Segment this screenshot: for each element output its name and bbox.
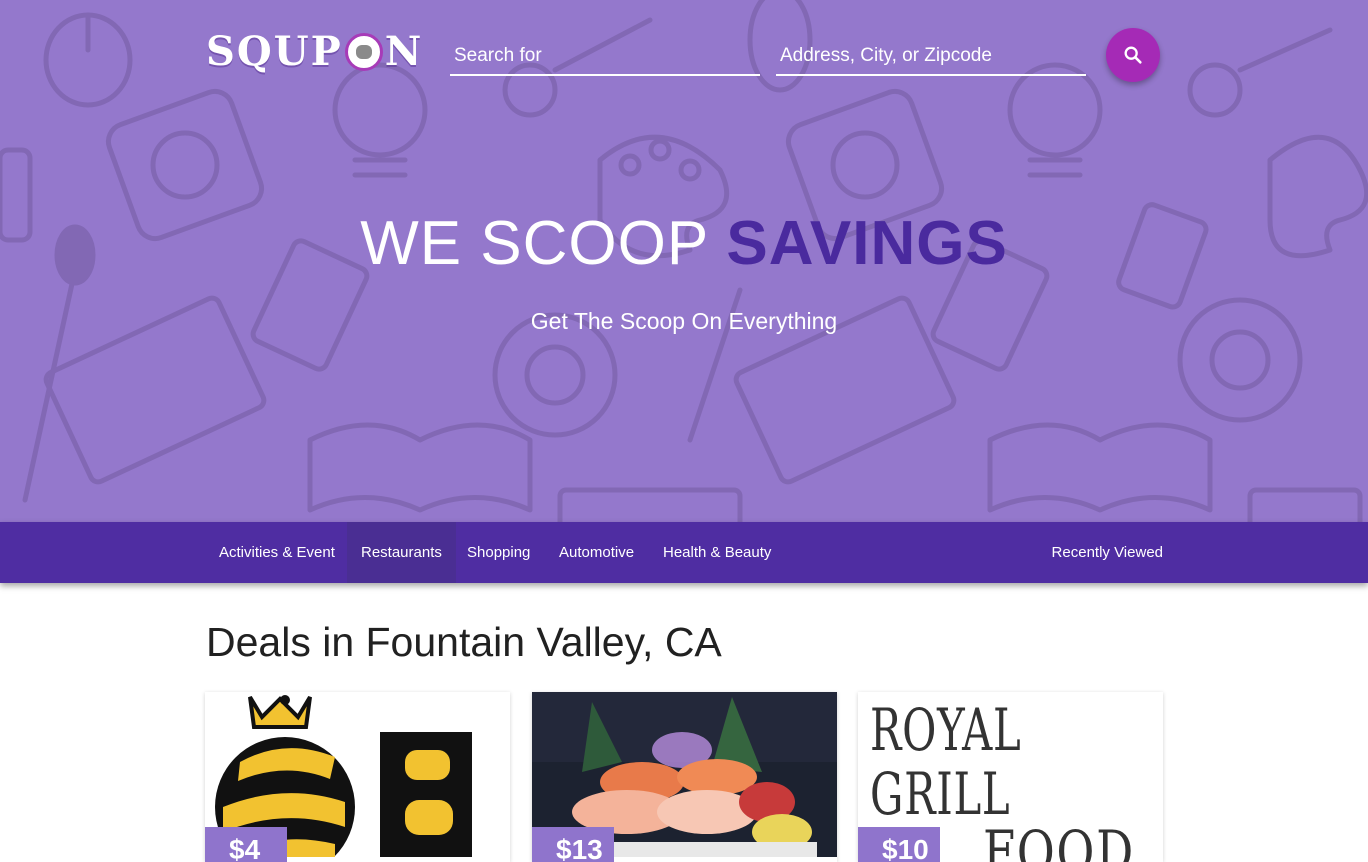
headline-strong: SAVINGS — [726, 209, 1008, 278]
nav-item-health-beauty[interactable]: Health & Beauty — [649, 522, 785, 583]
search-button[interactable] — [1106, 28, 1160, 82]
royal-grill-food-text: FOOD — [983, 818, 1135, 862]
search-input[interactable]: Search for — [450, 36, 760, 76]
top-bar: SQUP N Search for Address, City, or Zipc… — [0, 0, 1368, 110]
deal-card[interactable]: $13 — [532, 692, 837, 862]
hero-banner: SQUP N Search for Address, City, or Zipc… — [0, 0, 1368, 522]
nav-item-automotive[interactable]: Automotive — [545, 522, 648, 583]
nav-item-shopping[interactable]: Shopping — [453, 522, 544, 583]
search-icon — [1124, 46, 1142, 64]
hero-subheadline: Get The Scoop On Everything — [530, 308, 838, 334]
deal-card[interactable]: $4 — [205, 692, 510, 862]
deal-card[interactable]: ROYAL GRILL FOOD $10 — [858, 692, 1163, 862]
logo-text-right: N — [384, 28, 424, 75]
hero-headline: WE SCOOP SAVINGS — [0, 206, 1368, 282]
logo-mascot-icon — [344, 33, 383, 71]
logo-text-left: SQUP — [206, 28, 343, 75]
recently-viewed-link[interactable]: Recently Viewed — [1052, 522, 1163, 583]
deals-heading: Deals in Fountain Valley, CA — [206, 619, 722, 665]
royal-grill-logo-text: ROYAL GRILL — [870, 696, 1022, 828]
squpon-logo[interactable]: SQUP N — [206, 28, 423, 76]
category-nav: Activities & Event Restaurants Shopping … — [0, 522, 1368, 583]
location-input[interactable]: Address, City, or Zipcode — [776, 36, 1086, 76]
nav-item-restaurants[interactable]: Restaurants — [347, 522, 456, 583]
nav-item-activities[interactable]: Activities & Event — [205, 522, 349, 583]
headline-plain: WE SCOOP — [360, 209, 709, 278]
